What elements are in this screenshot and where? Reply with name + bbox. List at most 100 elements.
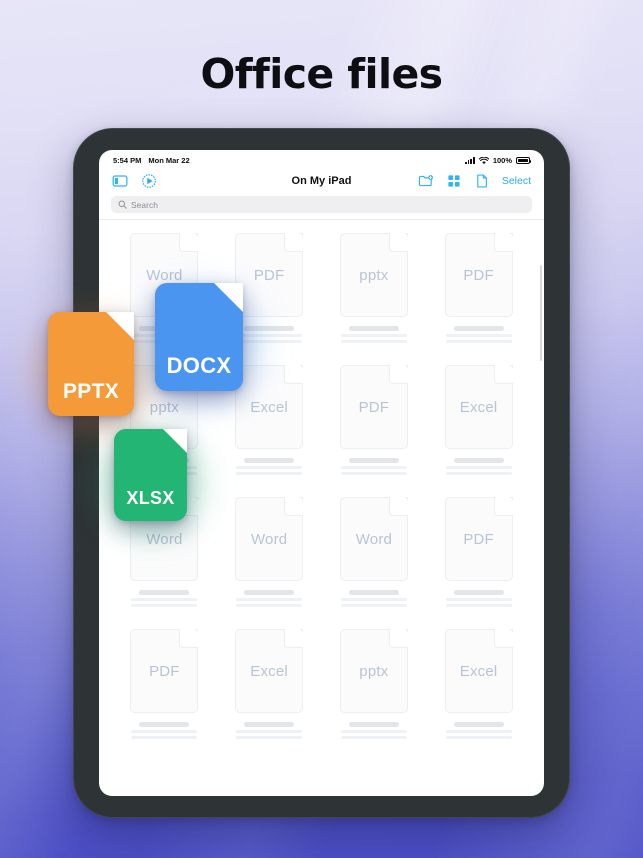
- placeholder-bar: [236, 736, 303, 739]
- placeholder-bar: [340, 598, 407, 601]
- page-fold-corner: [493, 497, 513, 516]
- toolbar-left-group: [112, 173, 157, 189]
- toolbar-right-group: Select: [418, 173, 531, 189]
- badge-fold-corner: [163, 429, 187, 453]
- grid-top-divider: [99, 219, 544, 220]
- file-type-label: PDF: [463, 266, 494, 284]
- search-icon: [118, 200, 127, 209]
- sidebar-toggle-icon[interactable]: [112, 173, 128, 189]
- status-bar-left: 5:54 PM Mon Mar 22: [113, 156, 190, 165]
- placeholder-bar: [445, 466, 512, 469]
- status-bar-right: 100%: [465, 156, 532, 165]
- file-type-label: Excel: [250, 662, 288, 680]
- placeholder-bar: [348, 590, 399, 595]
- placeholder-bar: [445, 736, 512, 739]
- placeholder-bar: [445, 340, 512, 343]
- file-card[interactable]: Excel: [431, 365, 526, 475]
- page-fold-corner: [284, 365, 304, 384]
- file-card[interactable]: PDF: [327, 365, 422, 475]
- file-type-badge-pptx: PPTX: [48, 312, 134, 416]
- document-icon[interactable]: [474, 173, 490, 189]
- file-icon: Word: [235, 497, 304, 581]
- file-card[interactable]: Excel: [222, 629, 317, 739]
- placeholder-bar: [340, 340, 407, 343]
- placeholder-bar: [445, 604, 512, 607]
- file-icon: PDF: [235, 233, 304, 317]
- file-card[interactable]: Word: [327, 497, 422, 607]
- file-card[interactable]: PDF: [431, 497, 526, 607]
- file-type-label: PDF: [463, 530, 494, 548]
- file-type-label: PDF: [149, 662, 180, 680]
- page-fold-corner: [179, 233, 199, 252]
- file-type-label: Excel: [459, 398, 498, 416]
- file-card[interactable]: pptx: [327, 629, 422, 739]
- file-type-label: pptx: [149, 398, 179, 416]
- battery-full-icon: [516, 157, 532, 164]
- badge-fold-corner: [214, 283, 243, 312]
- file-name-placeholder: [431, 326, 526, 343]
- placeholder-bar: [445, 598, 512, 601]
- file-icon: pptx: [339, 629, 408, 713]
- file-name-placeholder: [222, 590, 317, 607]
- placeholder-bar: [348, 458, 399, 463]
- badge-label: XLSX: [126, 488, 175, 508]
- placeholder-bar: [131, 730, 198, 733]
- placeholder-bar: [348, 722, 399, 727]
- file-icon: pptx: [339, 233, 408, 317]
- page-fold-corner: [388, 365, 408, 384]
- file-name-placeholder: [222, 458, 317, 475]
- search-input[interactable]: Search: [111, 196, 532, 213]
- select-button[interactable]: Select: [502, 175, 531, 187]
- file-card[interactable]: PDF: [117, 629, 212, 739]
- placeholder-bar: [453, 458, 504, 463]
- file-type-label: pptx: [359, 662, 389, 680]
- file-card[interactable]: pptx: [327, 233, 422, 343]
- page-fold-corner: [493, 365, 513, 384]
- wifi-icon: [478, 156, 489, 164]
- placeholder-bar: [139, 722, 190, 727]
- file-name-placeholder: [431, 590, 526, 607]
- placeholder-bar: [453, 722, 504, 727]
- page-fold-corner: [388, 497, 408, 516]
- file-card[interactable]: Excel: [431, 629, 526, 739]
- search-bar-container: Search: [99, 194, 544, 219]
- page-title: Office files: [200, 50, 444, 98]
- file-icon: Excel: [444, 629, 513, 713]
- grid-view-icon[interactable]: [446, 173, 462, 189]
- file-icon: PDF: [444, 497, 513, 581]
- file-type-badge-docx: DOCX: [155, 283, 243, 391]
- placeholder-bar: [244, 722, 295, 727]
- placeholder-bar: [445, 334, 512, 337]
- page-fold-corner: [179, 629, 199, 648]
- placeholder-bar: [453, 590, 504, 595]
- placeholder-bar: [340, 604, 407, 607]
- file-card[interactable]: PDF: [431, 233, 526, 343]
- placeholder-bar: [340, 472, 407, 475]
- badge-label: DOCX: [166, 353, 232, 378]
- placeholder-bar: [236, 472, 303, 475]
- placeholder-bar: [340, 736, 407, 739]
- scrollbar-thumb[interactable]: [540, 265, 542, 361]
- placeholder-bar: [340, 466, 407, 469]
- recents-clock-icon[interactable]: [141, 173, 157, 189]
- file-name-placeholder: [117, 722, 212, 739]
- page-fold-corner: [388, 233, 408, 252]
- placeholder-bar: [453, 326, 504, 331]
- file-type-label: Excel: [250, 398, 288, 416]
- placeholder-bar: [244, 590, 295, 595]
- page-fold-corner: [284, 233, 304, 252]
- status-time: 5:54 PM: [113, 156, 142, 165]
- placeholder-bar: [139, 590, 190, 595]
- page-fold-corner: [493, 233, 513, 252]
- file-name-placeholder: [117, 590, 212, 607]
- placeholder-bar: [131, 736, 198, 739]
- file-name-placeholder: [327, 722, 422, 739]
- new-folder-icon[interactable]: [418, 173, 434, 189]
- placeholder-bar: [340, 730, 407, 733]
- placeholder-bar: [244, 458, 295, 463]
- file-type-label: Excel: [459, 662, 498, 680]
- file-card[interactable]: Word: [222, 497, 317, 607]
- status-bar: 5:54 PM Mon Mar 22 100%: [99, 150, 544, 168]
- page-fold-corner: [284, 629, 304, 648]
- file-type-label: Word: [146, 266, 183, 284]
